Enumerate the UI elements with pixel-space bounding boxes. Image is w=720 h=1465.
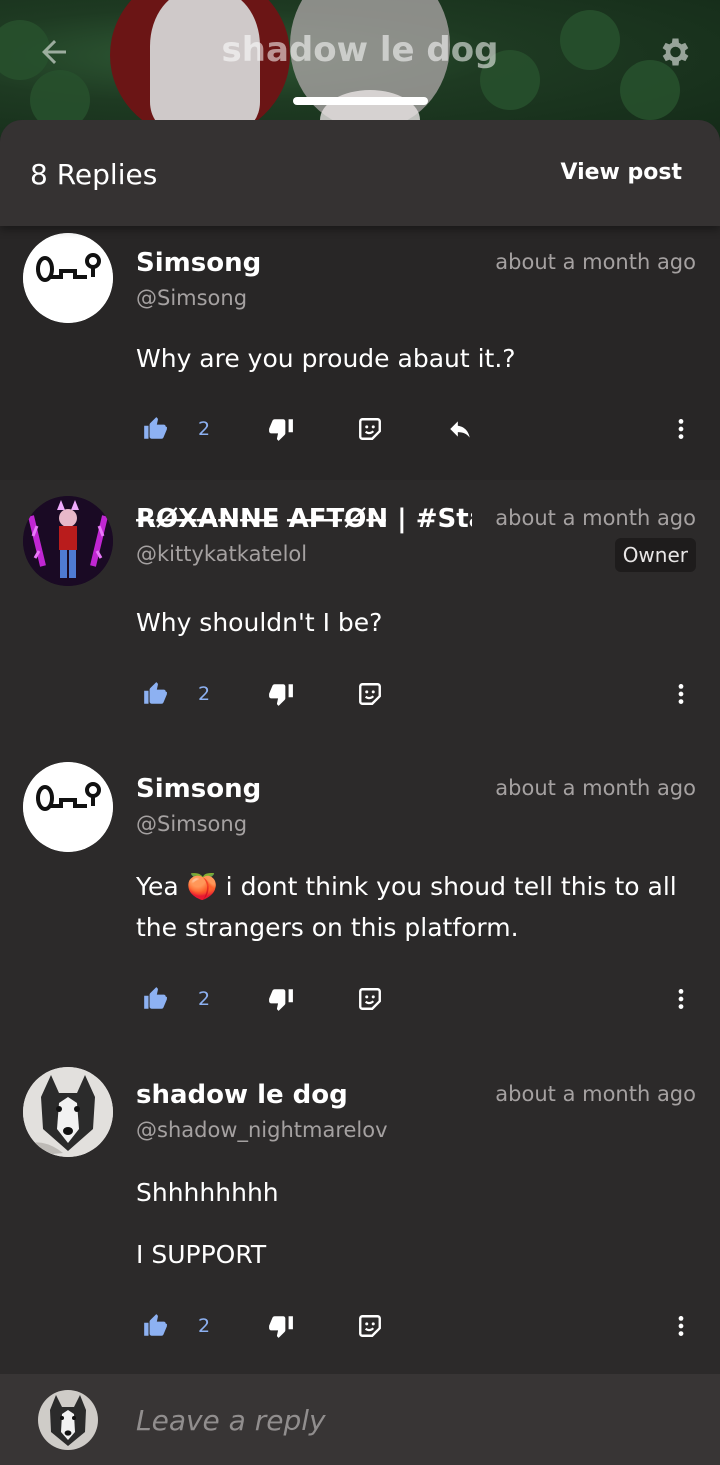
reply-button[interactable] xyxy=(444,409,476,449)
like-button[interactable] xyxy=(140,674,170,714)
replies-count: 8 Replies xyxy=(30,158,158,191)
comment-text-line: I SUPPORT xyxy=(136,1240,267,1269)
timestamp: about a month ago xyxy=(495,506,696,530)
sticker-icon xyxy=(359,1315,381,1337)
settings-button[interactable] xyxy=(654,32,694,72)
view-post-link[interactable]: View post xyxy=(560,160,682,185)
timestamp: about a month ago xyxy=(495,1082,696,1106)
sticker-button[interactable] xyxy=(354,979,386,1019)
more-vertical-icon xyxy=(678,684,684,704)
comment-actions: 2 xyxy=(136,674,696,714)
author-handle: @kittykatkatelol xyxy=(136,542,308,566)
comment-item: Simsong @Simsong about a month ago Why a… xyxy=(0,226,720,480)
thumbs-up-icon xyxy=(144,987,167,1009)
author-name[interactable]: shadow le dog xyxy=(136,1080,348,1110)
owner-badge: Owner xyxy=(614,538,696,572)
thumbs-down-icon xyxy=(269,1316,293,1338)
author-name[interactable]: R̶Ø̶X̶A̶N̶N̶E̶ A̶F̶T̶Ø̶N̶ | #Stan xyxy=(136,504,472,534)
comment-actions: 2 xyxy=(136,409,696,449)
replies-sheet: 8 Replies View post Simsong @Simsong abo… xyxy=(0,120,720,1465)
sheet-header: 8 Replies View post xyxy=(0,120,720,226)
timestamp: about a month ago xyxy=(495,776,696,800)
like-button[interactable] xyxy=(140,409,170,449)
comment-text-line: Shhhhhhhh xyxy=(136,1178,279,1207)
like-count: 2 xyxy=(198,1315,211,1337)
avatar[interactable] xyxy=(23,496,113,586)
more-options-button[interactable] xyxy=(666,409,696,449)
gear-icon xyxy=(662,38,689,66)
sticker-button[interactable] xyxy=(354,1306,386,1346)
top-bar: shadow le dog xyxy=(0,0,720,110)
more-vertical-icon xyxy=(678,419,684,439)
comment-actions: 2 xyxy=(136,979,696,1019)
like-button[interactable] xyxy=(140,979,170,1019)
author-handle: @Simsong xyxy=(136,286,248,310)
reply-arrow-icon xyxy=(450,421,470,438)
avatar[interactable] xyxy=(23,233,113,323)
character-art-icon xyxy=(23,496,113,586)
comment-actions: 2 xyxy=(136,1306,696,1346)
avatar[interactable] xyxy=(23,762,113,852)
thumbs-up-icon xyxy=(144,1314,167,1336)
sticker-button[interactable] xyxy=(354,674,386,714)
comment-text: Yea 🍑 i dont think you shoud tell this t… xyxy=(136,872,677,942)
sticker-icon xyxy=(359,988,381,1010)
more-options-button[interactable] xyxy=(666,1306,696,1346)
comment-item: R̶Ø̶X̶A̶N̶N̶E̶ A̶F̶T̶Ø̶N̶ | #Stan @kitty… xyxy=(0,482,720,750)
sticker-icon xyxy=(359,683,381,705)
author-handle: @Simsong xyxy=(136,812,248,836)
reply-bar xyxy=(0,1374,720,1465)
dislike-button[interactable] xyxy=(266,409,296,449)
more-options-button[interactable] xyxy=(666,979,696,1019)
reply-input[interactable] xyxy=(136,1394,676,1446)
my-avatar[interactable] xyxy=(38,1390,98,1450)
like-button[interactable] xyxy=(140,1306,170,1346)
thumbs-down-icon xyxy=(269,419,293,441)
dislike-button[interactable] xyxy=(266,1306,296,1346)
dislike-button[interactable] xyxy=(266,674,296,714)
comment-item: Simsong @Simsong about a month ago Yea 🍑… xyxy=(0,752,720,1058)
author-name[interactable]: Simsong xyxy=(136,774,261,804)
thumbs-down-icon xyxy=(269,989,293,1011)
husky-photo-icon xyxy=(23,1067,113,1157)
thumbs-down-icon xyxy=(269,684,293,706)
drag-handle[interactable] xyxy=(293,97,428,105)
author-handle: @shadow_nightmarelov xyxy=(136,1118,388,1142)
thumbs-up-icon xyxy=(144,682,167,704)
like-count: 2 xyxy=(198,988,211,1010)
timestamp: about a month ago xyxy=(495,250,696,274)
more-vertical-icon xyxy=(678,1316,684,1336)
page-title: shadow le dog xyxy=(221,30,499,70)
like-count: 2 xyxy=(198,683,211,705)
husky-photo-icon xyxy=(38,1390,98,1450)
sticker-icon xyxy=(359,418,381,440)
face-drawing-icon xyxy=(23,233,113,323)
comment-text: Why shouldn't I be? xyxy=(136,608,383,637)
comment-item: shadow le dog @shadow_nightmarelov about… xyxy=(0,1058,720,1388)
avatar[interactable] xyxy=(23,1067,113,1157)
comment-text: Why are you proude abaut it.? xyxy=(136,344,516,373)
dislike-button[interactable] xyxy=(266,979,296,1019)
sticker-button[interactable] xyxy=(354,409,386,449)
face-drawing-icon xyxy=(23,762,113,852)
thumbs-up-icon xyxy=(144,417,167,439)
more-options-button[interactable] xyxy=(666,674,696,714)
like-count: 2 xyxy=(198,418,211,440)
author-name[interactable]: Simsong xyxy=(136,248,261,278)
more-vertical-icon xyxy=(678,989,684,1009)
